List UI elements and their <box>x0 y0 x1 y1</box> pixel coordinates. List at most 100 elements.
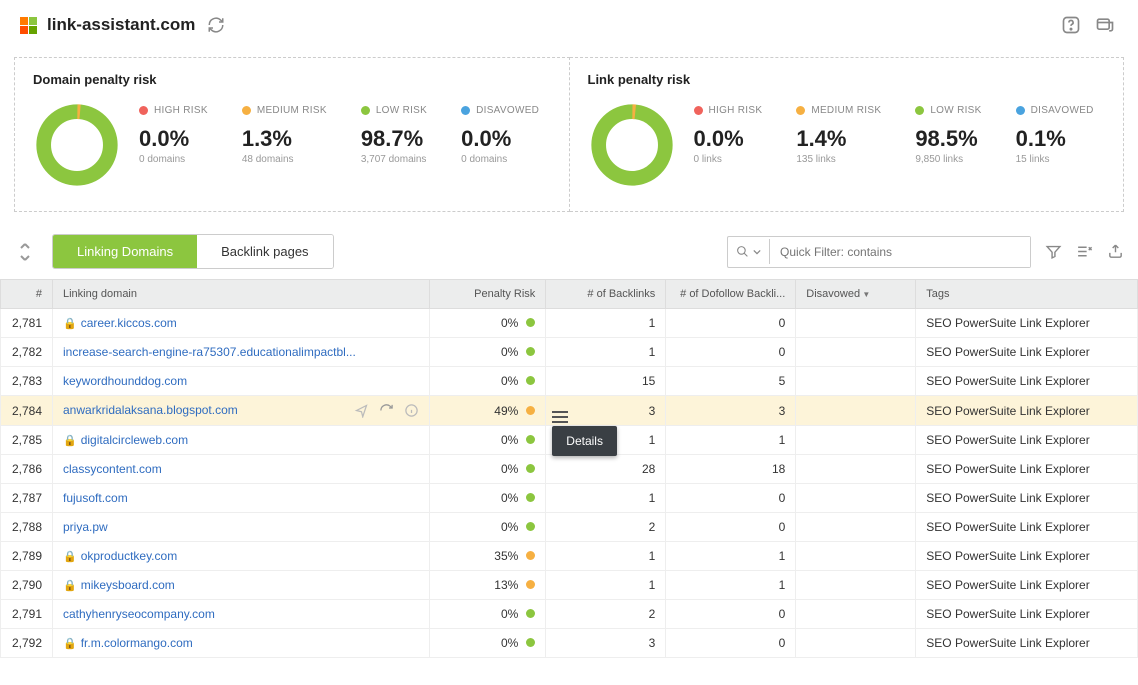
stat-percent: 1.3% <box>242 126 327 152</box>
table-row[interactable]: 2,791 cathyhenryseocompany.com 0% 2 0 SE… <box>1 600 1138 629</box>
table-row[interactable]: 2,789 🔒okproductkey.com 35% 1 1 SEO Powe… <box>1 542 1138 571</box>
cell-backlinks: 1 <box>546 309 666 338</box>
table-row[interactable]: 2,783 keywordhounddog.com 0% 15 5 SEO Po… <box>1 367 1138 396</box>
cell-tags: SEO PowerSuite Link Explorer <box>916 629 1138 658</box>
table-row[interactable]: 2,790 🔒mikeysboard.com 13% 1 1 SEO Power… <box>1 571 1138 600</box>
cell-tags: SEO PowerSuite Link Explorer <box>916 426 1138 455</box>
domain-link[interactable]: increase-search-engine-ra75307.education… <box>63 345 356 359</box>
cell-penalty: 0% <box>430 426 546 455</box>
table-row[interactable]: 2,782 increase-search-engine-ra75307.edu… <box>1 338 1138 367</box>
refresh-icon[interactable] <box>203 12 229 38</box>
table-row[interactable]: 2,788 priya.pw 0% 2 0 SEO PowerSuite Lin… <box>1 513 1138 542</box>
panel-title: Link penalty risk <box>588 72 1106 87</box>
penalty-dot-icon <box>526 493 535 502</box>
cell-rownum: 2,792 <box>1 629 53 658</box>
cell-disavowed <box>796 600 916 629</box>
col-backlinks[interactable]: # of Backlinks <box>546 280 666 309</box>
refresh-icon[interactable] <box>379 403 394 418</box>
domain-link[interactable]: digitalcircleweb.com <box>81 433 188 447</box>
cell-tags: SEO PowerSuite Link Explorer <box>916 367 1138 396</box>
tab-backlink-pages[interactable]: Backlink pages <box>197 235 332 268</box>
col-tags[interactable]: Tags <box>916 280 1138 309</box>
lock-icon: 🔒 <box>63 551 77 563</box>
cell-backlinks: 1 <box>546 484 666 513</box>
col-disavowed[interactable]: Disavowed <box>796 280 916 309</box>
domains-table: # Linking domain Penalty Risk # of Backl… <box>0 279 1138 658</box>
risk-dot-icon <box>461 106 470 115</box>
cell-rownum: 2,787 <box>1 484 53 513</box>
cell-domain: increase-search-engine-ra75307.education… <box>53 338 430 367</box>
penalty-dot-icon <box>526 318 535 327</box>
risk-stat: MEDIUM RISK 1.3% 48 domains <box>242 101 327 165</box>
search-box <box>727 236 1031 268</box>
domain-link[interactable]: mikeysboard.com <box>81 578 175 592</box>
cell-backlinks: 28 <box>546 455 666 484</box>
export-icon[interactable] <box>1107 243 1124 260</box>
share-icon[interactable] <box>354 403 369 418</box>
table-row[interactable]: 2,784 anwarkridalaksana.blogspot.com 49%… <box>1 396 1138 426</box>
stat-label: LOW RISK <box>361 105 427 116</box>
penalty-dot-icon <box>526 609 535 618</box>
cell-dofollow: 0 <box>666 629 796 658</box>
search-mode-dropdown[interactable] <box>728 239 770 264</box>
risk-stat: DISAVOWED 0.0% 0 domains <box>461 101 539 165</box>
stat-sub: 3,707 domains <box>361 154 427 165</box>
col-domain[interactable]: Linking domain <box>53 280 430 309</box>
cell-tags: SEO PowerSuite Link Explorer <box>916 396 1138 426</box>
cell-penalty: 35% <box>430 542 546 571</box>
stat-percent: 98.5% <box>915 126 981 152</box>
cell-disavowed <box>796 571 916 600</box>
cell-dofollow: 1 <box>666 571 796 600</box>
domain-link[interactable]: fr.m.colormango.com <box>81 636 193 650</box>
domain-link[interactable]: career.kiccos.com <box>81 316 177 330</box>
cell-backlinks: 2 <box>546 600 666 629</box>
table-row[interactable]: 2,787 fujusoft.com 0% 1 0 SEO PowerSuite… <box>1 484 1138 513</box>
filter-icon[interactable] <box>1045 243 1062 260</box>
penalty-dot-icon <box>526 435 535 444</box>
cell-dofollow: 3 <box>666 396 796 426</box>
domain-link[interactable]: priya.pw <box>63 520 108 534</box>
cell-tags: SEO PowerSuite Link Explorer <box>916 309 1138 338</box>
cell-disavowed <box>796 367 916 396</box>
domain-donut-chart <box>33 101 121 189</box>
list-remove-icon[interactable] <box>1076 243 1093 260</box>
tab-linking-domains[interactable]: Linking Domains <box>53 235 197 268</box>
col-penalty[interactable]: Penalty Risk <box>430 280 546 309</box>
table-row[interactable]: 2,792 🔒fr.m.colormango.com 0% 3 0 SEO Po… <box>1 629 1138 658</box>
domain-link[interactable]: classycontent.com <box>63 462 162 476</box>
domain-link[interactable]: fujusoft.com <box>63 491 128 505</box>
stat-sub: 15 links <box>1016 154 1094 165</box>
cell-penalty: 0% <box>430 600 546 629</box>
table-row[interactable]: 2,786 classycontent.com 0% 28 18 SEO Pow… <box>1 455 1138 484</box>
domain-link[interactable]: keywordhounddog.com <box>63 374 187 388</box>
info-icon[interactable] <box>404 403 419 418</box>
reorder-icon[interactable] <box>14 242 36 262</box>
stat-label: HIGH RISK <box>694 105 763 116</box>
cell-tags: SEO PowerSuite Link Explorer <box>916 571 1138 600</box>
col-dofollow[interactable]: # of Dofollow Backli... <box>666 280 796 309</box>
browser-icon[interactable] <box>1092 12 1118 38</box>
domain-link[interactable]: okproductkey.com <box>81 549 178 563</box>
cell-disavowed <box>796 426 916 455</box>
cell-penalty: 0% <box>430 338 546 367</box>
stat-percent: 0.0% <box>139 126 208 152</box>
table-row[interactable]: 2,781 🔒career.kiccos.com 0% 1 0 SEO Powe… <box>1 309 1138 338</box>
cell-penalty: 13% <box>430 571 546 600</box>
cell-tags: SEO PowerSuite Link Explorer <box>916 600 1138 629</box>
stat-label: DISAVOWED <box>461 105 539 116</box>
domain-link[interactable]: cathyhenryseocompany.com <box>63 607 215 621</box>
penalty-dot-icon <box>526 376 535 385</box>
stat-percent: 0.1% <box>1016 126 1094 152</box>
domain-link[interactable]: anwarkridalaksana.blogspot.com <box>63 403 238 417</box>
cell-rownum: 2,789 <box>1 542 53 571</box>
cell-backlinks: 2 <box>546 513 666 542</box>
cell-rownum: 2,785 <box>1 426 53 455</box>
panel-title: Domain penalty risk <box>33 72 551 87</box>
help-icon[interactable] <box>1058 12 1084 38</box>
link-stats: HIGH RISK 0.0% 0 links MEDIUM RISK 1.4% … <box>694 101 1106 165</box>
cell-dofollow: 5 <box>666 367 796 396</box>
cell-backlinks: 3 <box>546 629 666 658</box>
col-num[interactable]: # <box>1 280 53 309</box>
details-icon[interactable] <box>552 411 568 423</box>
search-input[interactable] <box>770 237 1030 267</box>
